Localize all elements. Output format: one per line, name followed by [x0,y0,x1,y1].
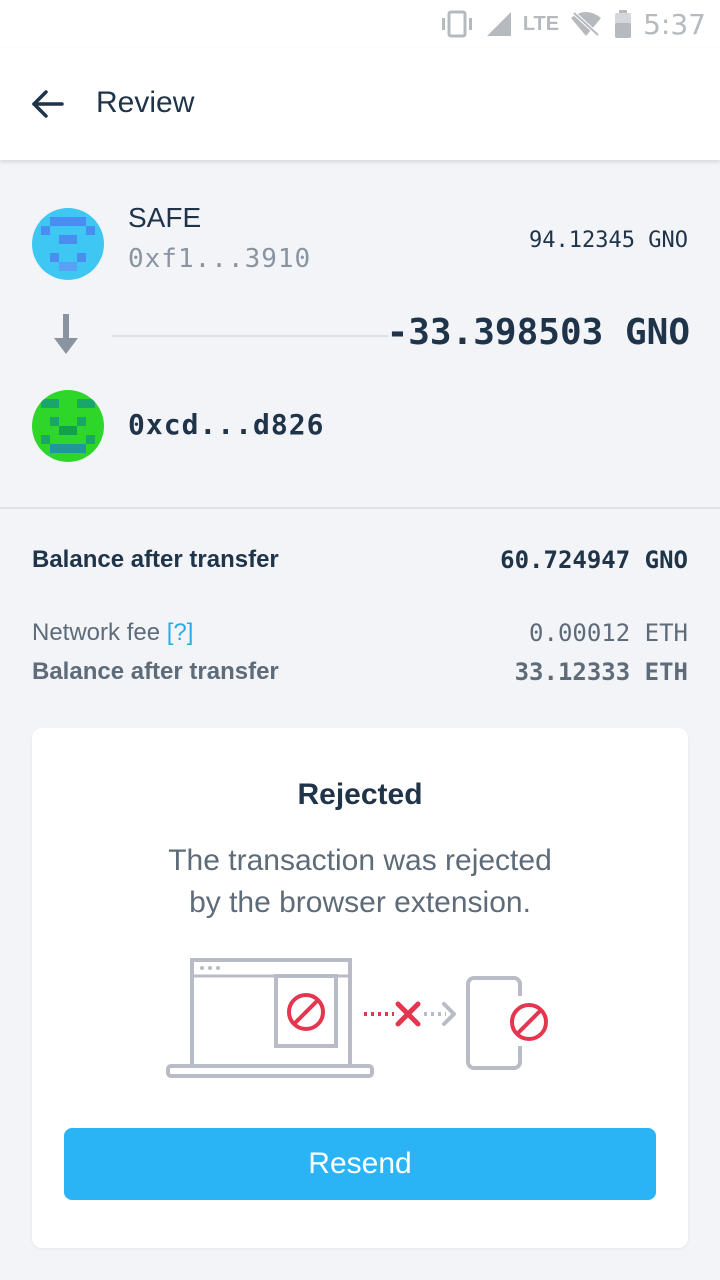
rejected-message: The transaction was rejected by the brow… [32,840,688,924]
balance-after-label: Balance after transfer [32,546,279,573]
page-title: Review [96,86,195,119]
signal-icon [486,12,511,36]
eth-balance-value: 33.12333 ETH [514,658,688,686]
from-account-name: SAFE [128,202,202,233]
status-bar: LTE 5:37 [0,0,720,48]
amount-divider [112,335,388,337]
from-avatar [32,208,104,280]
vibrate-icon [441,10,472,38]
phone-icon [466,976,552,1070]
from-balance: 94.12345 GNO [529,228,688,253]
rejected-message-line1: The transaction was rejected [168,844,552,877]
laptop-icon [166,958,374,1078]
resend-button[interactable]: Resend [64,1128,656,1200]
back-arrow-icon[interactable] [28,84,68,124]
rejected-card: Rejected The transaction was rejected by… [32,728,688,1248]
to-address: 0xcd...d826 [128,408,325,441]
network-type: LTE [522,12,560,35]
to-avatar [32,390,104,462]
rejected-message-line2: by the browser extension. [189,886,531,919]
network-fee-value: 0.00012 ETH [529,619,688,647]
wifi-off-icon [571,10,602,38]
eth-balance-label: Balance after transfer [32,658,279,685]
status-icons: LTE 5:37 [439,6,706,42]
section-divider [0,507,720,509]
failed-transfer-icon [364,1001,456,1027]
app-bar: Review [0,48,720,160]
balance-after-value: 60.724947 GNO [500,546,688,574]
battery-icon [615,10,632,38]
transfer-amount: -33.398503 GNO [386,312,690,353]
rejected-illustration [166,958,552,1078]
rejected-title: Rejected [297,778,423,811]
network-fee-text: Network fee [32,619,161,646]
network-fee-label: Network fee [?] [32,619,193,647]
arrow-down-icon [54,314,78,354]
status-time: 5:37 [643,7,706,41]
network-fee-help-link[interactable]: [?] [167,619,194,646]
from-address: 0xf1...3910 [128,244,312,274]
